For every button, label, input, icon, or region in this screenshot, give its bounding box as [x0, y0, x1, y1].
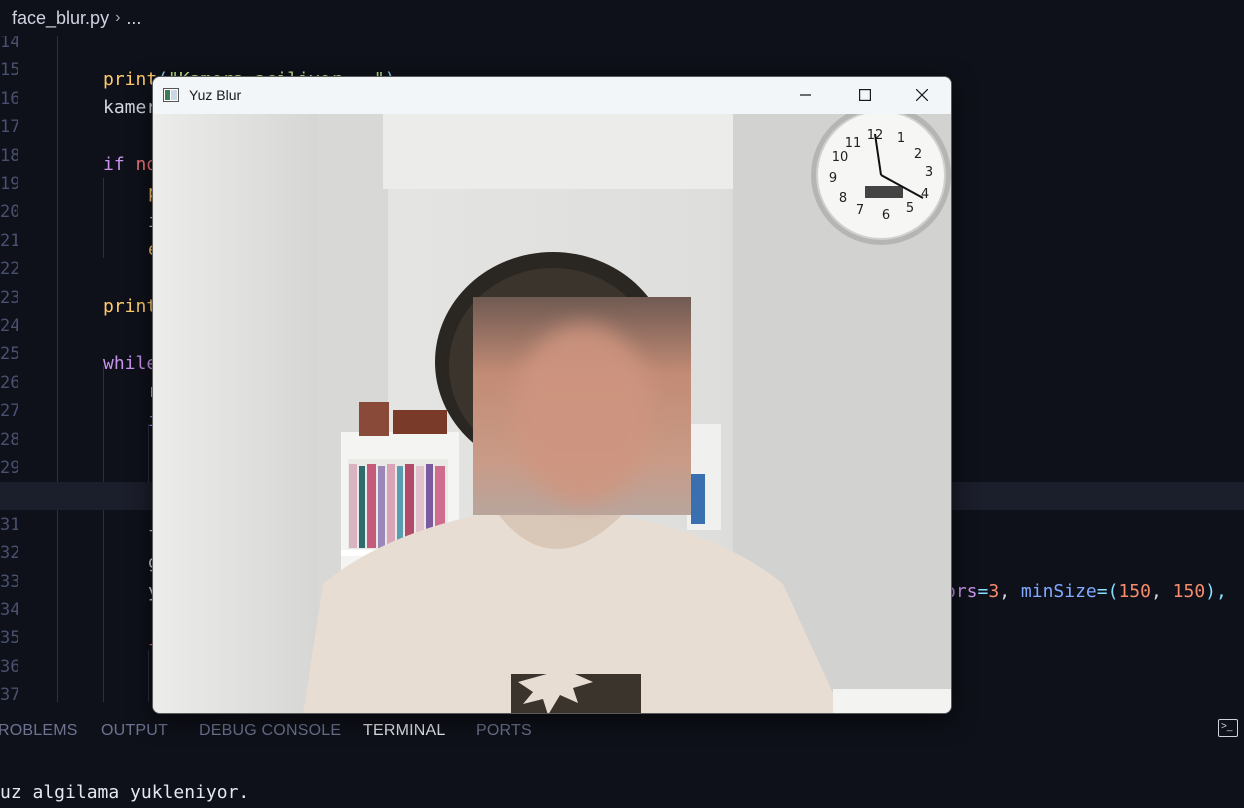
minimize-button[interactable]	[777, 77, 835, 114]
camera-image: 12 1 2 3 4 5 6 7 8 9 10 11	[153, 114, 951, 713]
terminal-output[interactable]: uz algilama yukleniyor.	[0, 782, 249, 803]
close-button[interactable]	[893, 77, 951, 114]
tab-terminal[interactable]: TERMINAL	[363, 722, 446, 740]
svg-text:3: 3	[925, 165, 933, 180]
tab-problems[interactable]: ROBLEMS	[0, 722, 78, 740]
svg-text:4: 4	[921, 187, 929, 202]
tab-debug-console[interactable]: DEBUG CONSOLE	[199, 722, 341, 740]
svg-text:11: 11	[845, 136, 862, 151]
svg-text:10: 10	[832, 150, 849, 165]
line-number: 14	[0, 36, 1244, 56]
breadcrumb-file[interactable]: face_blur.py	[12, 8, 109, 29]
svg-text:6: 6	[882, 208, 890, 223]
svg-text:5: 5	[906, 201, 914, 216]
breadcrumb: face_blur.py › ...	[0, 0, 1244, 36]
app-icon	[163, 88, 179, 102]
maximize-icon	[859, 89, 871, 101]
tab-output[interactable]: OUTPUT	[101, 722, 168, 740]
svg-text:8: 8	[839, 191, 847, 206]
tab-ports[interactable]: PORTS	[476, 722, 532, 740]
breadcrumb-separator: ›	[115, 9, 121, 26]
maximize-button[interactable]	[836, 77, 894, 114]
blurred-face	[473, 297, 691, 515]
minimize-icon	[800, 94, 811, 96]
svg-text:9: 9	[829, 171, 837, 186]
svg-text:2: 2	[914, 147, 922, 162]
svg-text:1: 1	[897, 131, 905, 146]
terminal-icon[interactable]: >_	[1218, 719, 1238, 737]
window-titlebar[interactable]: Yuz Blur	[153, 77, 951, 114]
yuz-blur-window[interactable]: Yuz Blur 1 2 3 4 5 6 7 8 9 10 11	[152, 76, 952, 714]
breadcrumb-more[interactable]: ...	[126, 8, 141, 29]
window-title: Yuz Blur	[189, 87, 242, 103]
close-icon	[916, 89, 928, 101]
line-number-text: 14	[0, 36, 18, 52]
svg-text:7: 7	[856, 203, 864, 218]
camera-frame: 12 1 2 3 4 5 6 7 8 9 10 11	[153, 114, 951, 713]
